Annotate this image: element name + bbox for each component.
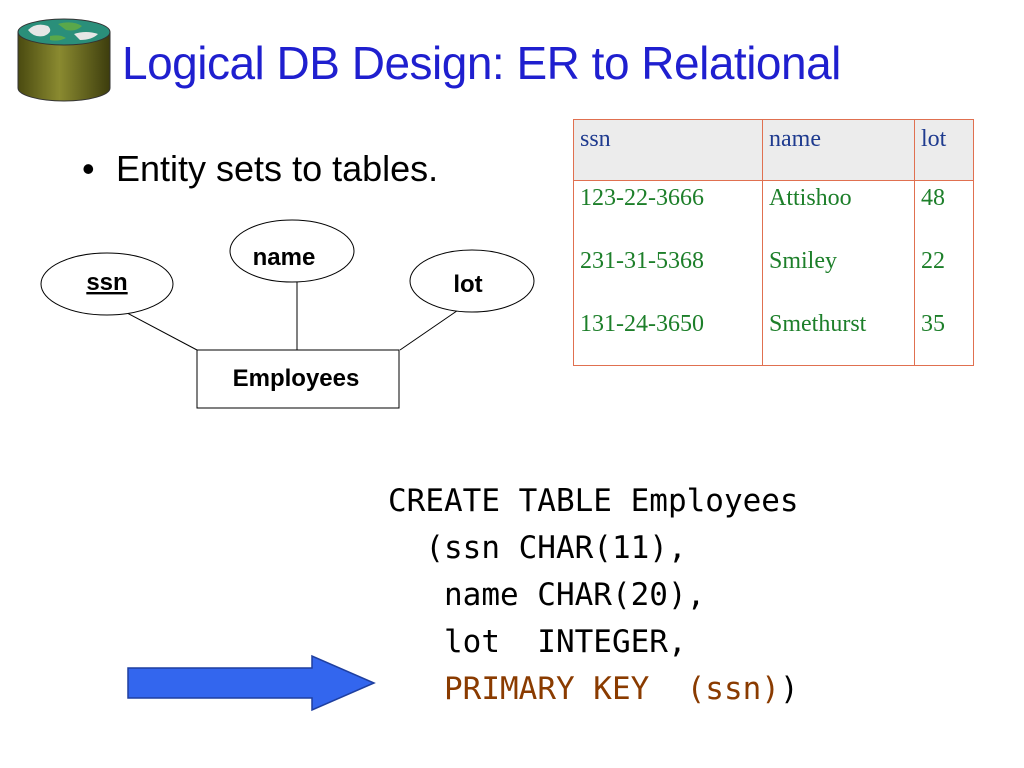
sql-primary-key-clause: PRIMARY KEY (ssn) bbox=[444, 671, 780, 707]
sql-line-primary-key: PRIMARY KEY (ssn)) bbox=[388, 666, 799, 713]
employees-table: ssn name lot 123-22-3666 Attishoo 48 231… bbox=[573, 119, 974, 366]
attribute-lot-label: lot bbox=[453, 271, 482, 298]
entity-employees-label: Employees bbox=[233, 365, 360, 392]
table-row: 123-22-3666 Attishoo 48 bbox=[573, 180, 974, 244]
table-row: 131-24-3650 Smethurst 35 bbox=[573, 307, 974, 366]
sql-line: name CHAR(20), bbox=[388, 577, 706, 613]
table-cell: Attishoo bbox=[762, 180, 915, 244]
sql-closing-paren: ) bbox=[779, 671, 799, 707]
sql-line: CREATE TABLE Employees bbox=[388, 483, 799, 519]
column-header-name: name bbox=[762, 119, 915, 181]
column-header-ssn: ssn bbox=[573, 119, 763, 181]
attribute-name-label: name bbox=[253, 244, 316, 271]
table-cell: 48 bbox=[914, 180, 974, 244]
table-cell: Smiley bbox=[762, 244, 915, 307]
sql-code-block: CREATE TABLE Employees (ssn CHAR(11), na… bbox=[388, 478, 799, 713]
table-cell: 22 bbox=[914, 244, 974, 307]
sql-line: lot INTEGER, bbox=[388, 624, 687, 660]
table-cell: 123-22-3666 bbox=[573, 180, 763, 244]
sql-indent bbox=[388, 671, 444, 707]
table-cell: 231-31-5368 bbox=[573, 244, 763, 307]
sql-line: (ssn CHAR(11), bbox=[388, 530, 687, 566]
table-cell: 35 bbox=[914, 307, 974, 366]
table-row: 231-31-5368 Smiley 22 bbox=[573, 244, 974, 307]
attribute-ssn-label: ssn bbox=[86, 269, 127, 296]
table-cell: 131-24-3650 bbox=[573, 307, 763, 366]
column-header-lot: lot bbox=[914, 119, 974, 181]
table-header-row: ssn name lot bbox=[573, 119, 974, 181]
er-diagram: ssn name lot Employees bbox=[40, 219, 535, 409]
right-arrow-icon bbox=[127, 654, 376, 712]
table-cell: Smethurst bbox=[762, 307, 915, 366]
